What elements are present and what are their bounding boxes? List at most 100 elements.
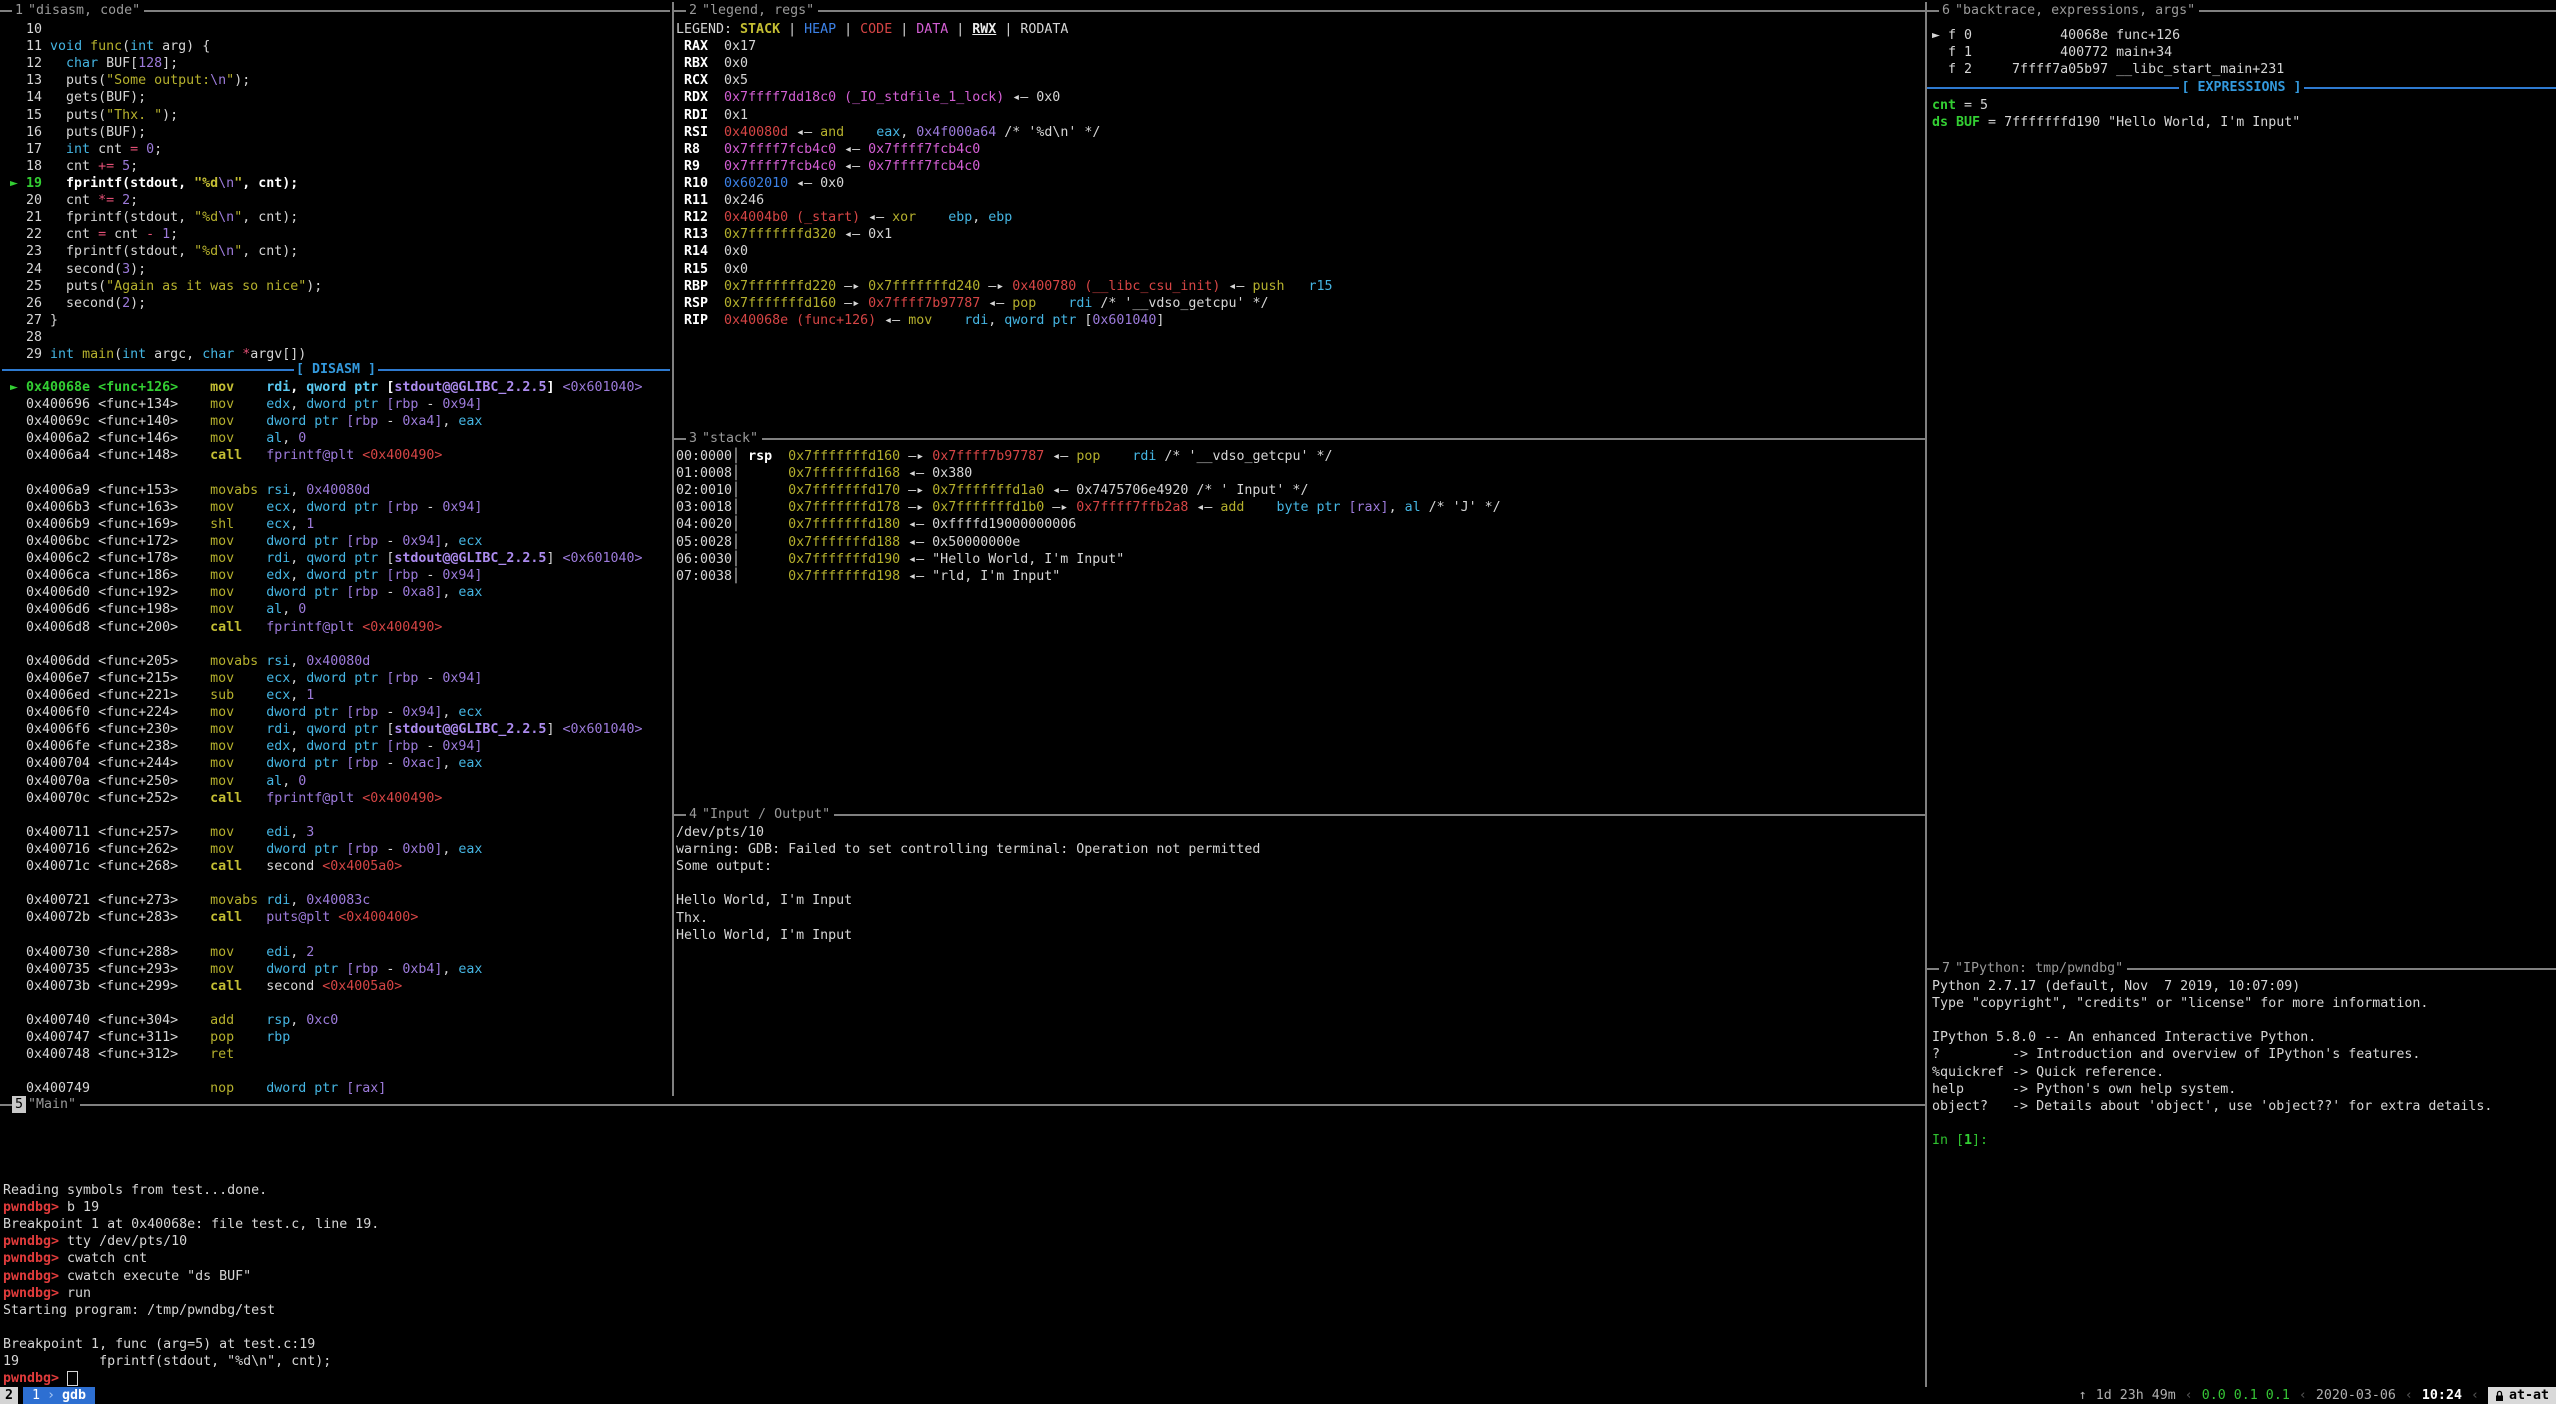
terminal-line: R9 0x7ffff7fcb4c0 ◂— 0x7ffff7fcb4c0 xyxy=(676,158,1333,175)
terminal-line xyxy=(2,807,643,824)
backtrace-view[interactable]: ► f 0 40068e func+126 f 1 400772 main+34… xyxy=(1932,27,2284,78)
load-average: 0.0 0.1 0.1 xyxy=(2202,1387,2290,1404)
separator-line xyxy=(1927,87,2179,89)
terminal-line: 0x400704 <func+244> mov dword ptr [rbp -… xyxy=(2,755,643,772)
expressions-separator: [ EXPRESSIONS ] xyxy=(1927,79,2556,96)
terminal-line: 17 int cnt = 0; xyxy=(2,141,322,158)
chevron-right-icon: › xyxy=(47,1387,55,1404)
terminal-line: R11 0x246 xyxy=(676,192,1333,209)
terminal-line: 0x400748 <func+312> ret xyxy=(2,1046,643,1063)
terminal-line: 12 char BUF[128]; xyxy=(2,55,322,72)
expressions-view[interactable]: cnt = 5ds BUF = 7fffffffd190 "Hello Worl… xyxy=(1932,97,2300,131)
pane-border-disasm-code: 1 "disasm, code" xyxy=(0,2,670,19)
status-date: 2020-03-06 xyxy=(2316,1387,2396,1404)
terminal-line: 0x400696 <func+134> mov edx, dword ptr [… xyxy=(2,396,643,413)
terminal-line xyxy=(1932,1012,2492,1029)
terminal-line: pwndbg> run xyxy=(3,1285,379,1302)
pane-title: "Main" xyxy=(28,1096,76,1113)
disasm-separator: [ DISASM ] xyxy=(2,361,670,378)
terminal-line: 18 cnt += 5; xyxy=(2,158,322,175)
terminal-line: RBX 0x0 xyxy=(676,55,1333,72)
border-dash xyxy=(674,438,686,440)
terminal-line: 01:0008│ 0x7fffffffd168 ◂— 0x380 xyxy=(676,465,1501,482)
terminal-line: 00:0000│ rsp 0x7fffffffd160 —▸ 0x7ffff7b… xyxy=(676,448,1501,465)
border-line xyxy=(834,814,1925,816)
terminal-line: 22 cnt = cnt - 1; xyxy=(2,226,322,243)
window-tab-gdb[interactable]: 1 › gdb xyxy=(23,1387,95,1404)
source-code-view[interactable]: 10 11 void func(int arg) { 12 char BUF[1… xyxy=(2,21,322,363)
terminal-line: 0x40073b <func+299> call second <0x4005a… xyxy=(2,978,643,995)
pane-number: 6 xyxy=(1939,2,1953,19)
terminal-line: warning: GDB: Failed to set controlling … xyxy=(676,841,1260,858)
status-right: ↑ 1d 23h 49m ‹ 0.0 0.1 0.1 ‹ 2020-03-06 … xyxy=(2079,1387,2556,1404)
border-dash xyxy=(674,814,686,816)
io-view[interactable]: /dev/pts/10warning: GDB: Failed to set c… xyxy=(676,824,1260,944)
terminal-line: Thx. xyxy=(676,910,1260,927)
terminal-line: Breakpoint 1, func (arg=5) at test.c:19 xyxy=(3,1336,379,1353)
border-dash xyxy=(0,10,12,12)
expressions-separator-label: [ EXPRESSIONS ] xyxy=(2179,79,2303,96)
terminal-line: 0x400747 <func+311> pop rbp xyxy=(2,1029,643,1046)
pane-number: 3 xyxy=(686,430,700,447)
terminal-line: RDX 0x7ffff7dd18c0 (_IO_stdfile_1_lock) … xyxy=(676,89,1333,106)
disassembly-view[interactable]: ► 0x40068e <func+126> mov rdi, qword ptr… xyxy=(2,379,643,1098)
pane-border-io: 4 "Input / Output" xyxy=(674,806,1925,823)
terminal-line: 0x400735 <func+293> mov dword ptr [rbp -… xyxy=(2,961,643,978)
terminal-line: object? -> Details about 'object', use '… xyxy=(1932,1098,2492,1115)
pane-border-ipython: 7 "IPython: tmp/pwndbg" xyxy=(1927,960,2556,977)
pane-title: "legend, regs" xyxy=(702,2,814,19)
chevron-left-icon: ‹ xyxy=(2405,1387,2413,1404)
terminal-line: Python 2.7.17 (default, Nov 7 2019, 10:0… xyxy=(1932,978,2492,995)
border-dash xyxy=(1927,10,1939,12)
pane-number: 4 xyxy=(686,806,700,823)
terminal-line: 0x4006ca <func+186> mov edx, dword ptr [… xyxy=(2,567,643,584)
terminal-line xyxy=(3,1319,379,1336)
terminal-line: 13 puts("Some output:\n"); xyxy=(2,72,322,89)
terminal-line xyxy=(2,1063,643,1080)
vertical-divider-right[interactable] xyxy=(1925,2,1927,1387)
session-badge[interactable]: 2 xyxy=(0,1387,18,1404)
border-line xyxy=(2127,968,2556,970)
terminal-line: 06:0030│ 0x7fffffffd190 ◂— "Hello World,… xyxy=(676,551,1501,568)
terminal-line: 0x4006f0 <func+224> mov dword ptr [rbp -… xyxy=(2,704,643,721)
stack-view[interactable]: 00:0000│ rsp 0x7fffffffd160 —▸ 0x7ffff7b… xyxy=(676,448,1501,585)
terminal-line: RSI 0x40080d ◂— and eax, 0x4f000a64 /* '… xyxy=(676,124,1333,141)
terminal-line xyxy=(2,465,643,482)
border-dash xyxy=(1927,968,1939,970)
uptime-text: 1d 23h 49m xyxy=(2096,1387,2176,1404)
terminal-line: 27 } xyxy=(2,312,322,329)
terminal-line: 20 cnt *= 2; xyxy=(2,192,322,209)
terminal-line: ? -> Introduction and overview of IPytho… xyxy=(1932,1046,2492,1063)
terminal-line: R14 0x0 xyxy=(676,243,1333,260)
vertical-divider-left[interactable] xyxy=(672,2,674,1096)
border-line xyxy=(80,1104,1925,1106)
ipython-view[interactable]: Python 2.7.17 (default, Nov 7 2019, 10:0… xyxy=(1932,978,2492,1149)
status-time: 10:24 xyxy=(2422,1387,2462,1404)
terminal-line: 0x4006a4 <func+148> call fprintf@plt <0x… xyxy=(2,447,643,464)
border-line xyxy=(762,438,1925,440)
terminal-line: pwndbg> tty /dev/pts/10 xyxy=(3,1233,379,1250)
terminal-line: help -> Python's own help system. xyxy=(1932,1081,2492,1098)
terminal-line: pwndbg> cwatch cnt xyxy=(3,1250,379,1267)
terminal-line: R13 0x7fffffffd320 ◂— 0x1 xyxy=(676,226,1333,243)
terminal-line: 03:0018│ 0x7fffffffd178 —▸ 0x7fffffffd1b… xyxy=(676,499,1501,516)
terminal-line xyxy=(2,875,643,892)
border-line xyxy=(144,10,670,12)
registers-view[interactable]: LEGEND: STACK | HEAP | CODE | DATA | RWX… xyxy=(676,21,1333,329)
terminal-line: R15 0x0 xyxy=(676,261,1333,278)
terminal-line: R8 0x7ffff7fcb4c0 ◂— 0x7ffff7fcb4c0 xyxy=(676,141,1333,158)
gdb-console[interactable]: Reading symbols from test...done.pwndbg>… xyxy=(3,1182,379,1387)
pane-border-stack: 3 "stack" xyxy=(674,430,1925,447)
terminal-line xyxy=(2,927,643,944)
terminal-line: 07:0038│ 0x7fffffffd198 ◂— "rld, I'm Inp… xyxy=(676,568,1501,585)
terminal-line: %quickref -> Quick reference. xyxy=(1932,1064,2492,1081)
terminal-line: 05:0028│ 0x7fffffffd188 ◂— 0x50000000e xyxy=(676,534,1501,551)
pane-title: "backtrace, expressions, args" xyxy=(1955,2,2195,19)
terminal-line: 0x4006ed <func+221> sub ecx, 1 xyxy=(2,687,643,704)
pane-border-main: 5 "Main" xyxy=(0,1096,1925,1113)
border-line xyxy=(818,10,1925,12)
terminal-line: cnt = 5 xyxy=(1932,97,2300,114)
terminal-line: 11 void func(int arg) { xyxy=(2,38,322,55)
terminal-line: 0x4006a9 <func+153> movabs rsi, 0x40080d xyxy=(2,482,643,499)
lock-icon xyxy=(2495,1390,2504,1402)
